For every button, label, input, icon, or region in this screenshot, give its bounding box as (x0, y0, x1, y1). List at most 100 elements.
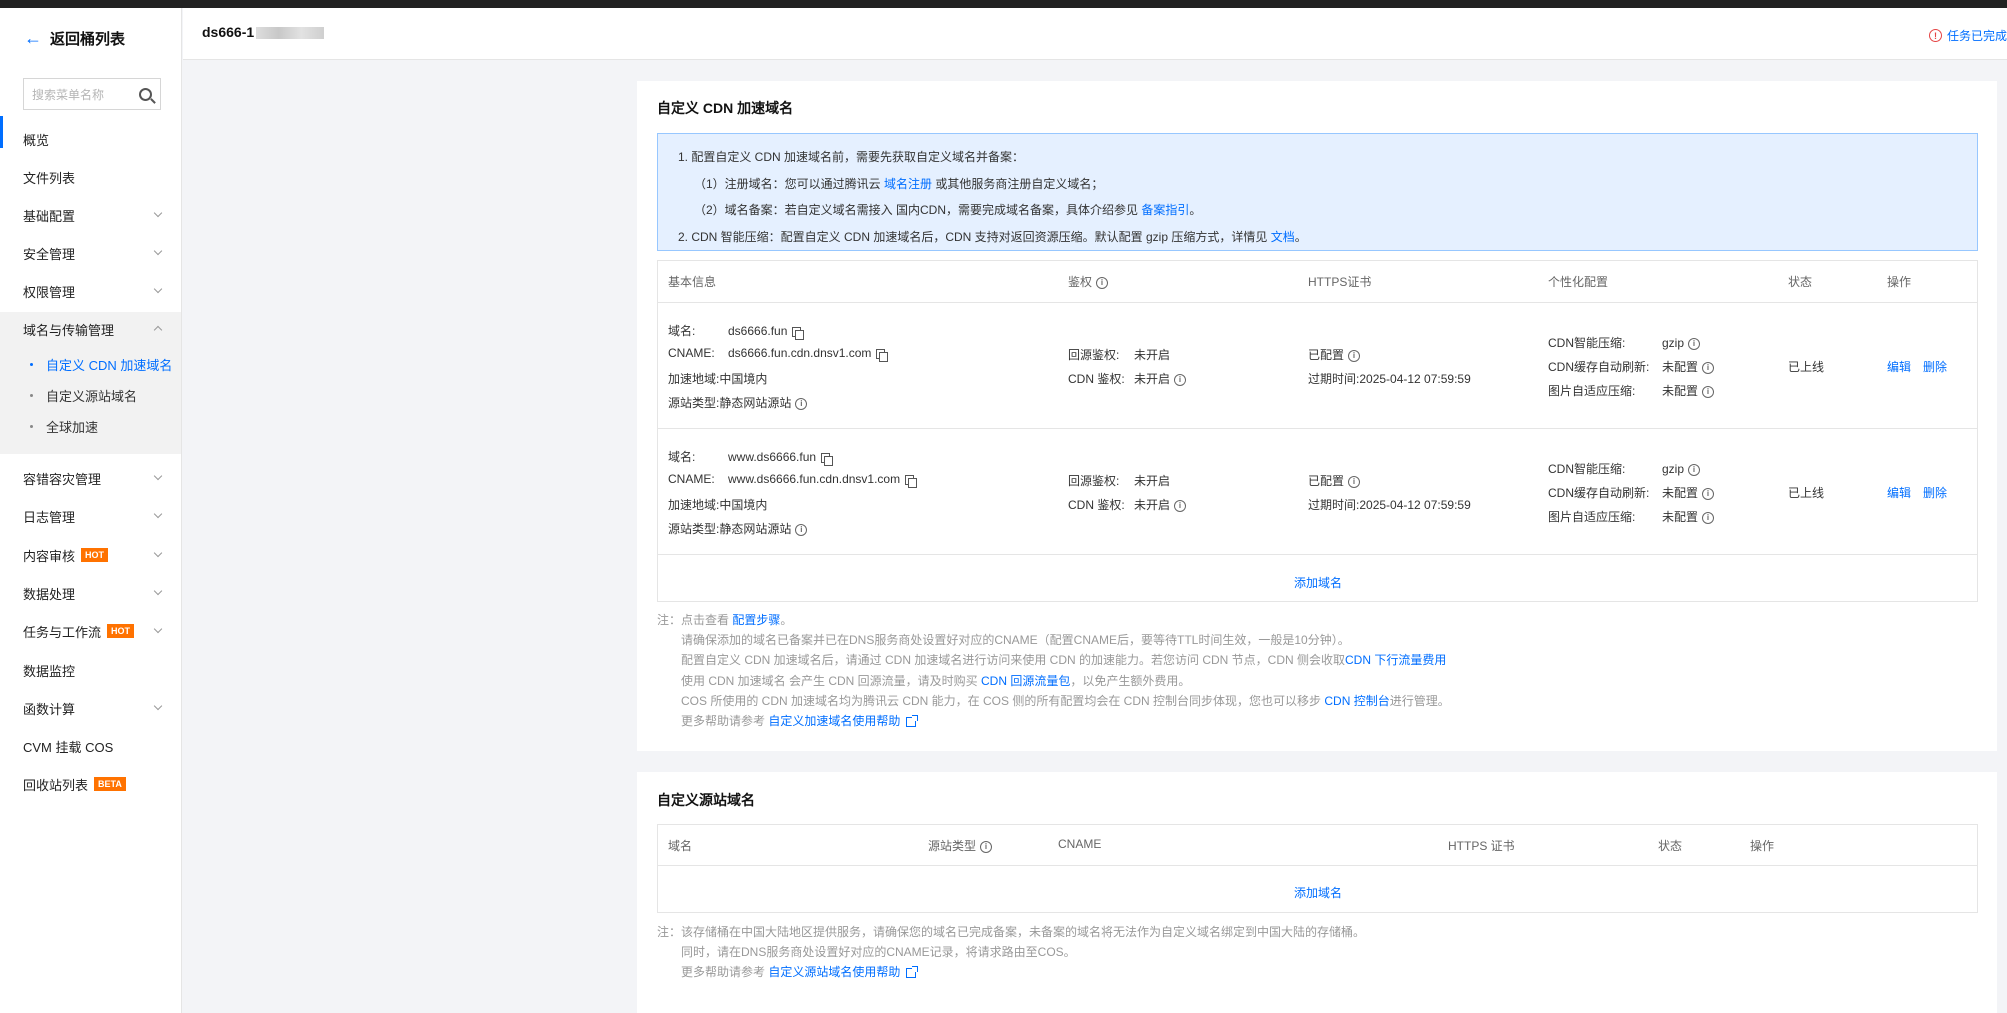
sidebar-subitem-global-acceleration[interactable]: 全球加速 (0, 411, 181, 441)
info-icon[interactable]: i (795, 397, 808, 410)
search-icon[interactable] (139, 87, 152, 101)
bucket-name: ds666-1 (202, 24, 255, 40)
task-status-link[interactable]: ! 任务已完成 (1928, 27, 2007, 44)
section-title: 自定义 CDN 加速域名 (657, 100, 794, 116)
chevron-down-icon (153, 509, 163, 519)
sidebar-item-disaster-recovery[interactable]: 容错容灾管理 (0, 459, 181, 497)
table-row-origin-type: 源站类型:静态网站源站 i (668, 520, 808, 537)
cdn-help-link[interactable]: 自定义加速域名使用帮助 (768, 714, 900, 728)
column-header: 状态 (1788, 275, 1813, 289)
copy-icon[interactable] (905, 474, 918, 488)
info-icon[interactable]: i (1702, 487, 1715, 500)
sidebar-item-data-monitoring[interactable]: 数据监控 (0, 651, 181, 689)
domain-register-link[interactable]: 域名注册 (884, 177, 932, 191)
add-domain-button[interactable]: 添加域名 (1294, 574, 1342, 591)
back-to-bucket-list-button[interactable]: ← 返回桶列表 (24, 28, 125, 49)
copy-icon[interactable] (876, 348, 889, 362)
page-header: ds666-1 ! 任务已完成 (183, 8, 2007, 60)
info-icon[interactable]: i (1174, 499, 1187, 512)
origin-auth: 回源鉴权: 未开启 (1068, 348, 1171, 362)
info-icon[interactable]: i (1096, 276, 1109, 289)
delete-button[interactable]: 删除 (1923, 360, 1947, 374)
chevron-down-icon (153, 246, 163, 256)
edit-button[interactable]: 编辑 (1887, 486, 1911, 500)
notes: 注：点击查看 配置步骤。 请确保添加的域名已备案并已在DNS服务商处设置好对应的… (657, 613, 1450, 729)
search-placeholder: 搜索菜单名称 (32, 87, 105, 102)
info-icon[interactable]: i (980, 840, 993, 853)
add-origin-domain-button[interactable]: 添加域名 (1294, 884, 1342, 901)
info-icon[interactable]: i (1688, 337, 1701, 350)
sidebar-item-content-review[interactable]: 内容审核 HOT (0, 536, 181, 574)
sidebar-item-tasks-workflows[interactable]: 任务与工作流 HOT (0, 612, 181, 650)
sidebar-item-recycle-bin[interactable]: 回收站列表 BETA (0, 765, 181, 803)
sidebar-subitem-custom-origin[interactable]: 自定义源站域名 (0, 380, 181, 410)
info-line: 1. 配置自定义 CDN 加速域名前，需要先获取自定义域名并备案： (678, 150, 1025, 164)
config-steps-link[interactable]: 配置步骤 (732, 613, 780, 627)
redacted-text (256, 27, 325, 40)
info-icon[interactable]: i (1702, 385, 1715, 398)
sidebar-item-basic-config[interactable]: 基础配置 (0, 196, 181, 234)
icp-guide-link[interactable]: 备案指引 (1141, 203, 1189, 217)
bucket-title: ds666-1 (202, 24, 325, 40)
docs-link[interactable]: 文档 (1271, 230, 1295, 244)
chevron-down-icon (153, 471, 163, 481)
https-expire: 过期时间:2025-04-12 07:59:59 (1308, 372, 1471, 386)
origin-help-link[interactable]: 自定义源站域名使用帮助 (768, 965, 900, 979)
menu-search-input[interactable]: 搜索菜单名称 (23, 78, 161, 110)
cdn-auth: CDN 鉴权: 未开启 i (1068, 496, 1187, 513)
column-header: 鉴权 i (1068, 273, 1109, 290)
note-line: 同时，请在DNS服务商处设置好对应的CNAME记录，将请求路由至COS。 (681, 945, 1076, 960)
sidebar-item-log-management[interactable]: 日志管理 (0, 497, 181, 535)
sidebar-item-label: 文件列表 (23, 170, 76, 186)
row-actions: 编辑 删除 (1887, 484, 1959, 501)
status-badge: 已上线 (1788, 360, 1825, 374)
status-badge: 已上线 (1788, 486, 1825, 500)
info-icon[interactable]: i (1174, 373, 1187, 386)
sidebar-subitem-custom-cdn[interactable]: 自定义 CDN 加速域名 (0, 349, 181, 379)
chevron-down-icon (153, 548, 163, 558)
info-icon[interactable]: i (1702, 361, 1715, 374)
sidebar-item-security[interactable]: 安全管理 (0, 234, 181, 272)
sidebar-item-label: 数据监控 (23, 663, 76, 679)
cdn-origin-package-link[interactable]: CDN 回源流量包 (981, 674, 1070, 688)
info-icon[interactable]: i (1688, 463, 1701, 476)
cdn-auth: CDN 鉴权: 未开启 i (1068, 370, 1187, 387)
sidebar-item-data-processing[interactable]: 数据处理 (0, 574, 181, 612)
info-icon[interactable]: i (1702, 511, 1715, 524)
delete-button[interactable]: 删除 (1923, 486, 1947, 500)
sidebar-item-permissions[interactable]: 权限管理 (0, 272, 181, 310)
table-row-domain: 域名: www.ds6666.fun (668, 448, 834, 466)
edit-button[interactable]: 编辑 (1887, 360, 1911, 374)
copy-icon[interactable] (821, 452, 834, 466)
info-icon[interactable]: i (1348, 349, 1361, 362)
column-header: 操作 (1887, 275, 1912, 289)
cdn-console-link[interactable]: CDN 控制台 (1324, 694, 1389, 708)
info-icon[interactable]: i (795, 523, 808, 536)
sidebar-item-label: CVM 挂载 COS (23, 739, 114, 755)
cache-refresh: CDN缓存自动刷新: 未配置 i (1548, 358, 1715, 375)
image-compress: 图片自适应压缩: 未配置 i (1548, 508, 1715, 525)
divider (658, 554, 1977, 555)
sidebar-item-function-compute[interactable]: 函数计算 (0, 689, 181, 727)
sidebar-item-cvm-mount[interactable]: CVM 挂载 COS (0, 727, 181, 765)
copy-icon[interactable] (792, 326, 805, 340)
sidebar-item-file-list[interactable]: 文件列表 (0, 158, 181, 196)
sidebar-item-overview[interactable]: 概览 (0, 120, 181, 158)
cdn-domain-table: 基本信息 鉴权 i HTTPS证书 个性化配置 状态 操作 域名: ds6666.f… (657, 260, 1978, 602)
sidebar: ← 返回桶列表 搜索菜单名称 概览 文件列表 基础配置 安全管理 权限管理 域名… (0, 8, 182, 1013)
chevron-down-icon (153, 284, 163, 294)
table-row-region: 加速地域:中国境内 (668, 372, 768, 386)
external-link-icon[interactable] (906, 966, 919, 979)
table-row-region: 加速地域:中国境内 (668, 498, 768, 512)
smart-compress: CDN智能压缩: gzip i (1548, 460, 1701, 477)
cache-refresh: CDN缓存自动刷新: 未配置 i (1548, 484, 1715, 501)
sidebar-item-domain-transfer[interactable]: 域名与传输管理 (0, 310, 181, 348)
external-link-icon[interactable] (906, 714, 919, 727)
top-bar (0, 0, 2007, 8)
smart-compress: CDN智能压缩: gzip i (1548, 334, 1701, 351)
note-line: 注：该存储桶在中国大陆地区提供服务，请确保您的域名已完成备案，未备案的域名将无法… (657, 925, 1366, 939)
cdn-traffic-fee-link[interactable]: CDN 下行流量费用 (1345, 653, 1446, 667)
https-expire: 过期时间:2025-04-12 07:59:59 (1308, 498, 1471, 512)
sidebar-item-label: 安全管理 (23, 246, 76, 262)
info-icon[interactable]: i (1348, 475, 1361, 488)
